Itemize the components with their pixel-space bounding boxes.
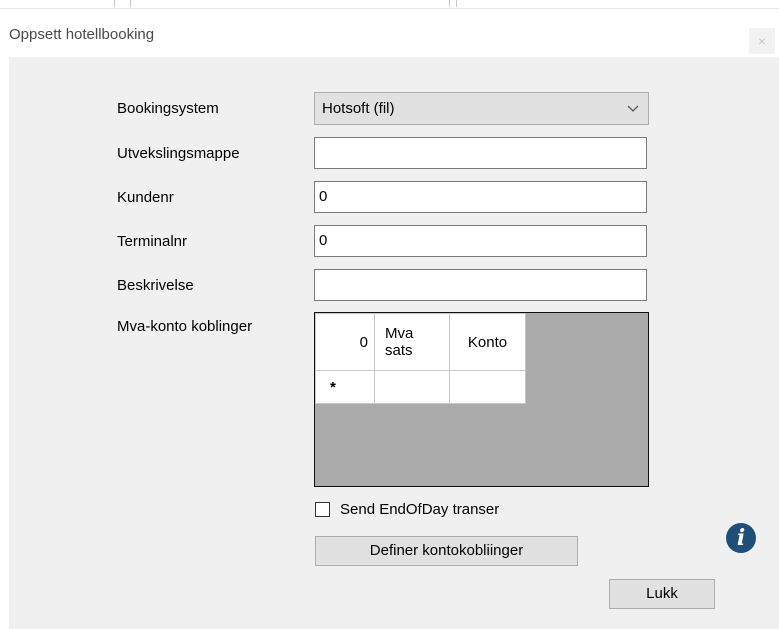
utvekslingsmappe-label: Utvekslingsmappe xyxy=(117,145,240,162)
beskrivelse-input[interactable] xyxy=(314,269,647,301)
info-icon[interactable]: i xyxy=(726,523,756,553)
bookingsystem-value: Hotsoft (fil) xyxy=(322,100,395,117)
grid-new-row[interactable]: * xyxy=(315,370,526,404)
grid-column-header-konto[interactable]: Konto xyxy=(449,313,526,371)
kundenr-input[interactable]: 0 xyxy=(314,181,647,213)
chevron-down-icon xyxy=(627,100,639,117)
bookingsystem-label: Bookingsystem xyxy=(117,100,219,117)
send-eod-label: Send EndOfDay transer xyxy=(340,500,500,518)
divider xyxy=(456,0,457,7)
send-eod-checkbox[interactable] xyxy=(315,501,330,517)
terminalnr-input[interactable]: 0 xyxy=(314,225,647,257)
dialog-title: Oppsett hotellbooking xyxy=(9,26,155,43)
mva-sats-header-text: Mva sats xyxy=(385,325,414,359)
divider xyxy=(449,0,450,7)
dialog-body: Bookingsystem Hotsoft (fil) Utvekslingsm… xyxy=(9,57,779,629)
mva-konto-grid[interactable]: 0 Mva sats Konto * xyxy=(314,312,649,487)
grid-new-row-marker: * xyxy=(315,370,375,404)
beskrivelse-label: Beskrivelse xyxy=(117,277,194,294)
divider xyxy=(130,0,131,7)
send-eod-checkbox-row[interactable]: Send EndOfDay transer xyxy=(315,499,499,519)
top-strip xyxy=(0,0,779,9)
grid-cell-konto[interactable] xyxy=(449,370,526,404)
close-button[interactable]: Lukk xyxy=(609,579,715,609)
grid-header-row: 0 Mva sats Konto xyxy=(315,313,526,371)
terminalnr-label: Terminalnr xyxy=(117,233,188,250)
mva-konto-label: Mva-konto koblinger xyxy=(117,318,253,335)
divider xyxy=(114,0,115,7)
close-icon[interactable]: × xyxy=(749,28,775,54)
dialog-titlebar: Oppsett hotellbooking × xyxy=(0,9,779,57)
utvekslingsmappe-input[interactable] xyxy=(314,137,647,169)
bookingsystem-select[interactable]: Hotsoft (fil) xyxy=(314,92,649,125)
kundenr-label: Kundenr xyxy=(117,189,174,206)
grid-table: 0 Mva sats Konto * xyxy=(315,313,526,404)
define-account-mappings-button[interactable]: Definer kontokobliinger xyxy=(315,536,578,566)
grid-column-header-mva-sats[interactable]: Mva sats xyxy=(374,313,450,371)
grid-corner-header[interactable]: 0 xyxy=(315,313,375,371)
grid-cell-mva-sats[interactable] xyxy=(374,370,450,404)
